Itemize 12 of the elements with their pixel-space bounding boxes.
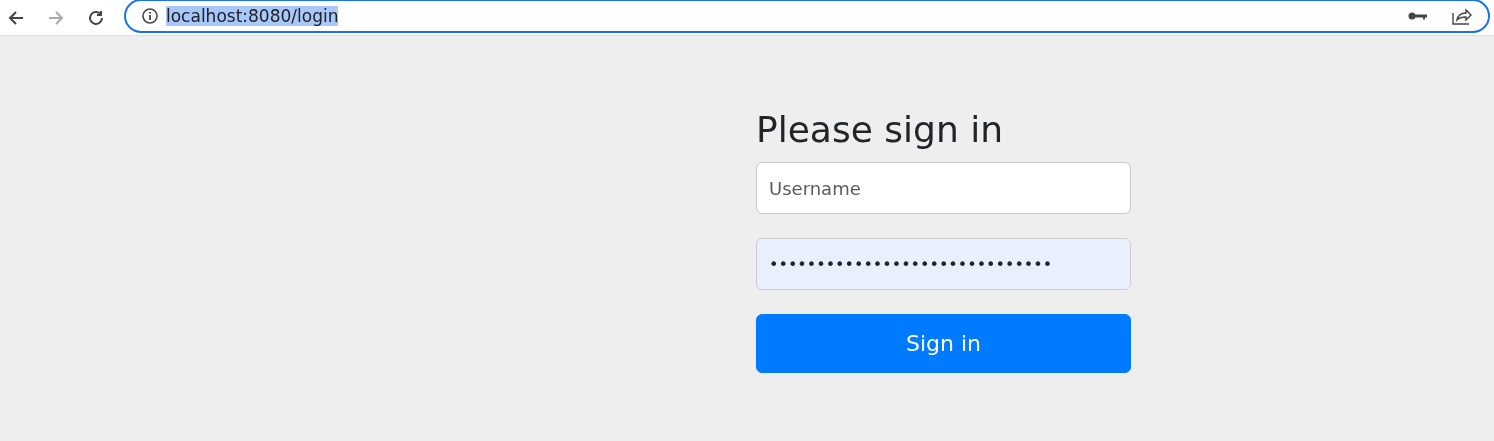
username-field[interactable]: Username — [756, 162, 1131, 214]
reload-icon — [87, 8, 105, 27]
form-title: Please sign in — [756, 108, 1004, 152]
address-bar[interactable]: localhost:8080/login — [124, 0, 1490, 33]
sign-in-button[interactable]: Sign in — [756, 314, 1131, 373]
info-icon — [142, 7, 158, 24]
back-arrow-icon — [7, 8, 25, 27]
url-text: localhost:8080/login — [166, 5, 339, 26]
forward-arrow-icon — [47, 8, 65, 27]
share-icon[interactable] — [1452, 6, 1472, 25]
password-field[interactable]: •••••••••••••••••••••••••••••• — [756, 238, 1131, 290]
key-icon[interactable] — [1408, 10, 1428, 21]
